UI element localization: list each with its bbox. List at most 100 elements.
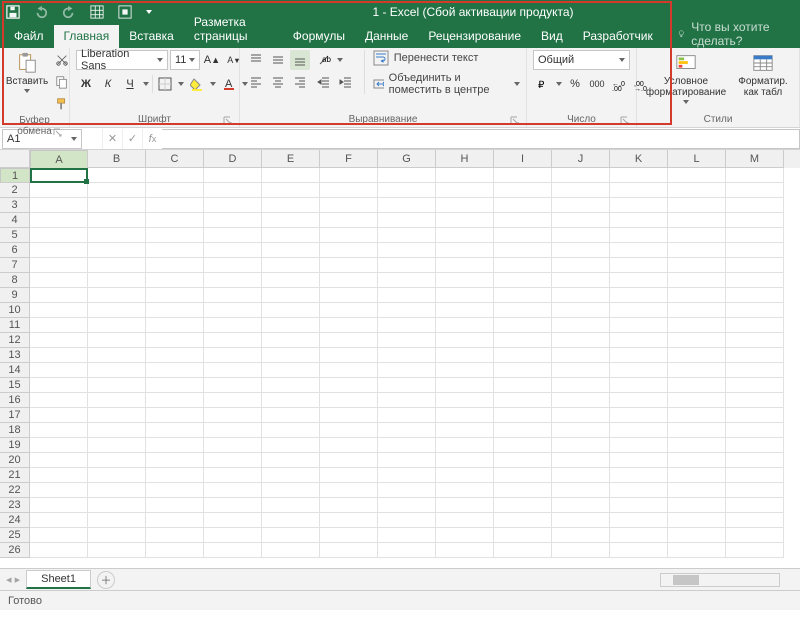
cell[interactable] <box>204 363 262 378</box>
cell[interactable] <box>668 468 726 483</box>
cell[interactable] <box>668 498 726 513</box>
cell[interactable] <box>494 393 552 408</box>
accounting-dropdown[interactable] <box>555 74 563 94</box>
cell[interactable] <box>668 318 726 333</box>
cell[interactable] <box>494 348 552 363</box>
cell[interactable] <box>552 468 610 483</box>
cell[interactable] <box>726 438 784 453</box>
cell[interactable] <box>668 348 726 363</box>
cell[interactable] <box>726 198 784 213</box>
cell[interactable] <box>726 468 784 483</box>
cell[interactable] <box>552 408 610 423</box>
cell[interactable] <box>726 258 784 273</box>
cell[interactable] <box>320 243 378 258</box>
cell[interactable] <box>436 333 494 348</box>
cell[interactable] <box>494 528 552 543</box>
cell[interactable] <box>204 498 262 513</box>
cell[interactable] <box>146 453 204 468</box>
cell[interactable] <box>88 333 146 348</box>
cell[interactable] <box>262 468 320 483</box>
cell[interactable] <box>668 333 726 348</box>
cell[interactable] <box>726 183 784 198</box>
column-header[interactable]: C <box>146 150 204 168</box>
redo-icon[interactable] <box>62 5 76 19</box>
cell[interactable] <box>30 168 88 183</box>
cell[interactable] <box>552 363 610 378</box>
cell[interactable] <box>30 453 88 468</box>
cell[interactable] <box>30 288 88 303</box>
cell[interactable] <box>204 543 262 558</box>
cell[interactable] <box>88 228 146 243</box>
cell[interactable] <box>320 498 378 513</box>
cell[interactable] <box>610 258 668 273</box>
sheet-nav-buttons[interactable]: ◂ ▸ <box>0 573 26 586</box>
align-center-button[interactable] <box>268 72 288 92</box>
cell[interactable] <box>552 483 610 498</box>
cell[interactable] <box>204 303 262 318</box>
cell[interactable] <box>146 543 204 558</box>
cell[interactable] <box>610 363 668 378</box>
cell[interactable] <box>146 288 204 303</box>
percent-button[interactable]: % <box>565 74 585 94</box>
cell[interactable] <box>204 483 262 498</box>
cell[interactable] <box>494 438 552 453</box>
cell[interactable] <box>262 198 320 213</box>
cell[interactable] <box>494 453 552 468</box>
cell[interactable] <box>30 243 88 258</box>
cell[interactable] <box>436 453 494 468</box>
cell[interactable] <box>552 393 610 408</box>
column-header[interactable]: E <box>262 150 320 168</box>
cell[interactable] <box>494 543 552 558</box>
cell[interactable] <box>668 453 726 468</box>
cell[interactable] <box>378 288 436 303</box>
column-header[interactable]: F <box>320 150 378 168</box>
cell[interactable] <box>668 528 726 543</box>
row-header[interactable]: 18 <box>0 423 30 438</box>
cell[interactable] <box>494 303 552 318</box>
dialog-launcher-icon[interactable] <box>223 116 233 126</box>
copy-button[interactable] <box>52 72 72 92</box>
cell[interactable] <box>88 453 146 468</box>
cell[interactable] <box>88 543 146 558</box>
cell[interactable] <box>436 408 494 423</box>
row-header[interactable]: 25 <box>0 528 30 543</box>
column-header[interactable]: A <box>30 150 88 170</box>
cell[interactable] <box>262 363 320 378</box>
cell[interactable] <box>88 498 146 513</box>
cell[interactable] <box>204 468 262 483</box>
cell[interactable] <box>88 183 146 198</box>
cell[interactable] <box>262 168 320 183</box>
cell[interactable] <box>262 483 320 498</box>
cell[interactable] <box>30 498 88 513</box>
column-header[interactable]: I <box>494 150 552 168</box>
cell[interactable] <box>610 288 668 303</box>
cell[interactable] <box>204 198 262 213</box>
cell[interactable] <box>668 183 726 198</box>
tab-data[interactable]: Данные <box>355 25 418 48</box>
cell[interactable] <box>146 213 204 228</box>
cell[interactable] <box>552 348 610 363</box>
column-header[interactable]: G <box>378 150 436 168</box>
cell[interactable] <box>204 348 262 363</box>
cell[interactable] <box>552 303 610 318</box>
row-header[interactable]: 13 <box>0 348 30 363</box>
cell[interactable] <box>146 168 204 183</box>
cell[interactable] <box>494 183 552 198</box>
orientation-button[interactable]: ab <box>314 50 334 70</box>
cell[interactable] <box>204 168 262 183</box>
cell[interactable] <box>30 348 88 363</box>
cell[interactable] <box>146 378 204 393</box>
increase-font-button[interactable]: A▲ <box>202 50 222 70</box>
cell[interactable] <box>726 303 784 318</box>
row-header[interactable]: 19 <box>0 438 30 453</box>
cell[interactable] <box>378 273 436 288</box>
cell[interactable] <box>494 513 552 528</box>
cell[interactable] <box>146 363 204 378</box>
save-icon[interactable] <box>6 5 20 19</box>
cell[interactable] <box>494 258 552 273</box>
cell[interactable] <box>88 408 146 423</box>
cell[interactable] <box>436 228 494 243</box>
cell[interactable] <box>30 513 88 528</box>
spreadsheet-grid[interactable]: ABCDEFGHIJKLM 12345678910111213141516171… <box>0 150 800 568</box>
cell[interactable] <box>552 453 610 468</box>
